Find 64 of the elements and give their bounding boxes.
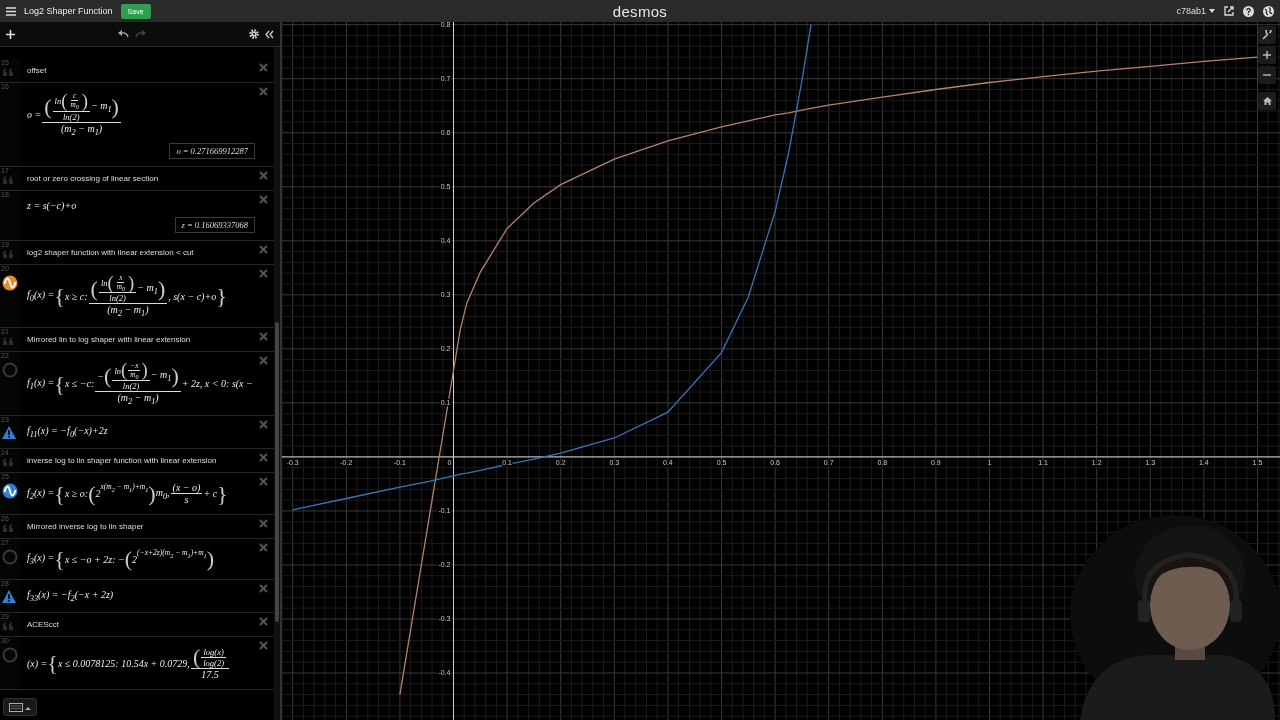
note-quote-icon <box>2 458 14 467</box>
note-text[interactable]: Mirrored inverse log to lin shaper <box>27 522 255 532</box>
delete-icon[interactable] <box>259 617 268 627</box>
note-text[interactable]: Mirrored lin to log shaper with linear extension <box>27 335 255 345</box>
note-quote-icon <box>2 622 14 631</box>
value-readout: z = 0.16069337068 <box>174 216 255 233</box>
collapse-icon[interactable] <box>265 29 274 39</box>
delete-icon[interactable] <box>259 268 268 278</box>
graph-settings-button[interactable] <box>1258 26 1276 44</box>
plus-icon <box>1263 51 1271 59</box>
graph-toggle-icon[interactable] <box>2 483 18 500</box>
zoom-out-button[interactable] <box>1258 66 1276 84</box>
delete-icon[interactable] <box>259 543 268 553</box>
delete-icon[interactable] <box>259 170 268 180</box>
note-quote-icon <box>2 249 14 258</box>
share-icon[interactable] <box>1224 6 1234 16</box>
caret-icon <box>1209 9 1215 13</box>
graph-toggle-icon[interactable] <box>2 274 18 291</box>
delete-icon[interactable] <box>259 477 268 487</box>
hidden-toggle-icon[interactable] <box>2 362 18 379</box>
note-text[interactable]: ACEScct <box>27 620 255 630</box>
expression-field[interactable]: f$_{11}$(x) = −f$_{0}$(−x)+2z <box>27 423 108 442</box>
keyboard-button[interactable] <box>3 698 37 716</box>
document-title[interactable]: Log2 Shaper Function <box>24 6 113 16</box>
value-readout: o = 0.271669912287 <box>169 142 255 159</box>
redo-icon[interactable] <box>135 30 146 38</box>
note-quote-icon <box>2 175 14 184</box>
wrench-icon <box>1262 30 1272 40</box>
hidden-toggle-icon[interactable] <box>2 549 18 566</box>
scrollbar-thumb[interactable] <box>275 322 279 622</box>
home-button[interactable] <box>1258 92 1276 110</box>
settings-icon[interactable] <box>249 29 259 39</box>
note-text[interactable]: root or zero crossing of linear section <box>27 173 255 183</box>
delete-icon[interactable] <box>259 194 268 204</box>
delete-icon[interactable] <box>259 641 268 651</box>
note-text[interactable]: log2 shaper function with linear extension < cut <box>27 247 255 257</box>
account-menu[interactable]: c78ab1 <box>1176 6 1215 16</box>
desmos-logo: desmos <box>612 2 668 20</box>
home-icon <box>1262 97 1272 105</box>
note-quote-icon <box>2 524 14 533</box>
delete-icon[interactable] <box>259 453 268 463</box>
globe-icon[interactable] <box>1263 5 1274 17</box>
expression-field[interactable]: f$_{33}$(x) = −f$_{2}$(−x + 2z) <box>27 587 114 606</box>
delete-icon[interactable] <box>259 63 268 72</box>
note-text[interactable]: inverse log to lin shaper function with linear extension <box>27 456 255 466</box>
menu-icon[interactable] <box>6 6 16 16</box>
delete-icon[interactable] <box>259 584 268 594</box>
expression-field[interactable]: z = s(−c)+o <box>27 197 77 213</box>
minus-icon <box>1263 71 1271 79</box>
delete-icon[interactable] <box>259 332 268 342</box>
delete-icon[interactable] <box>259 244 268 254</box>
help-icon[interactable] <box>1243 5 1254 17</box>
undo-icon[interactable] <box>118 30 129 38</box>
delete-icon[interactable] <box>259 519 268 529</box>
hidden-toggle-icon[interactable] <box>2 647 18 664</box>
note-text[interactable]: offset <box>27 66 255 75</box>
zoom-in-button[interactable] <box>1258 46 1276 64</box>
add-icon[interactable] <box>6 29 15 39</box>
note-quote-icon <box>2 337 14 346</box>
delete-icon[interactable] <box>259 356 268 366</box>
note-quote-icon <box>2 68 14 76</box>
delete-icon[interactable] <box>259 87 268 96</box>
keyboard-icon <box>9 702 31 712</box>
delete-icon[interactable] <box>259 420 268 430</box>
